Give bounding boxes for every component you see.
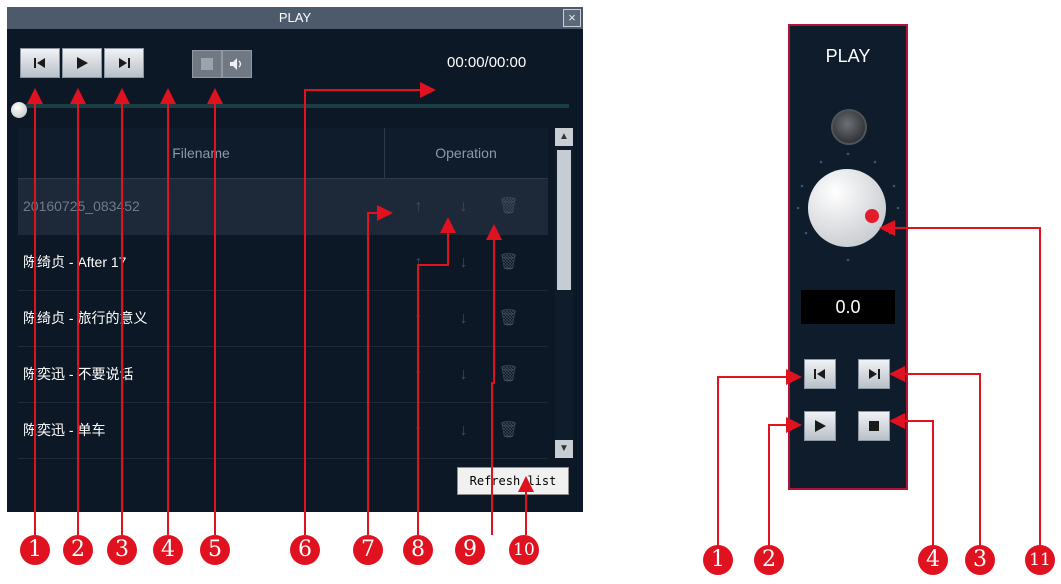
- callout-1-right: 1: [703, 545, 733, 575]
- callout-8: 8: [403, 535, 433, 565]
- callout-4: 4: [153, 535, 183, 565]
- callout-9: 9: [455, 535, 485, 565]
- callout-6: 6: [290, 535, 320, 565]
- annotation-arrows: [27, 82, 1041, 555]
- callout-3-right: 3: [965, 545, 995, 575]
- callout-5: 5: [200, 535, 230, 565]
- callout-2: 2: [63, 535, 93, 565]
- callout-3: 3: [107, 535, 137, 565]
- callout-2-right: 2: [754, 545, 784, 575]
- callout-11: 11: [1025, 545, 1055, 575]
- callout-4-right: 4: [918, 545, 948, 575]
- callout-7: 7: [353, 535, 383, 565]
- callout-1: 1: [20, 535, 50, 565]
- callout-10: 10: [509, 535, 539, 565]
